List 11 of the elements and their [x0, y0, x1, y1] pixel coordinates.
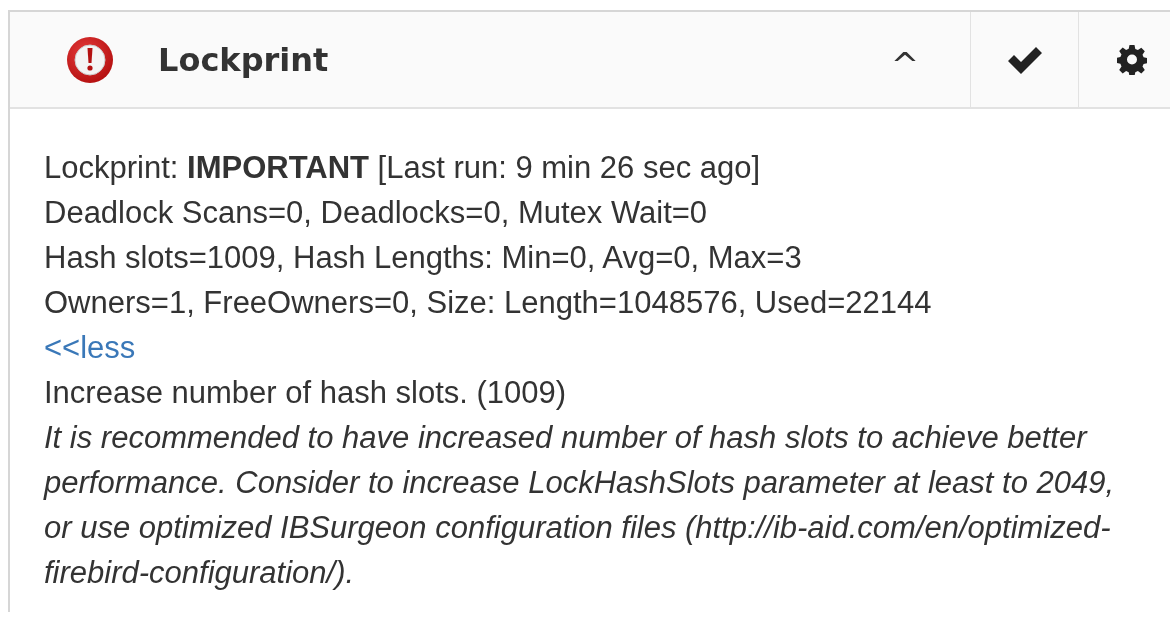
- settings-icon: [1117, 44, 1147, 75]
- explanation-text: It is recommended to have increased number of hash slots to achieve better performance. Consider to increase LockHashSlots parameter at least to 2049, or use optimized IBSurgeon configuration files (http://ib-aid.com/en/optimized-firebird-configuration/).: [44, 419, 1116, 592]
- collapse-button[interactable]: ^: [860, 12, 950, 107]
- detail-line: Owners=1, FreeOwners=0, Size: Length=1048576, Used=22144: [44, 284, 933, 322]
- detail-line: Hash slots=1009, Hash Lengths: Min=0, Avg=0, Max=3: [44, 239, 803, 277]
- status-line: Lockprint: IMPORTANT [Last run: 9 min 26 sec ago]: [44, 149, 762, 187]
- recommendation-text: Increase number of hash slots. (1009): [44, 374, 568, 412]
- alert-icon: [66, 35, 114, 84]
- detail-line: Deadlock Scans=0, Deadlocks=0, Mutex Wait=0: [44, 194, 709, 232]
- panel-title: Lockprint: [157, 39, 330, 81]
- less-link[interactable]: <<less: [44, 330, 136, 365]
